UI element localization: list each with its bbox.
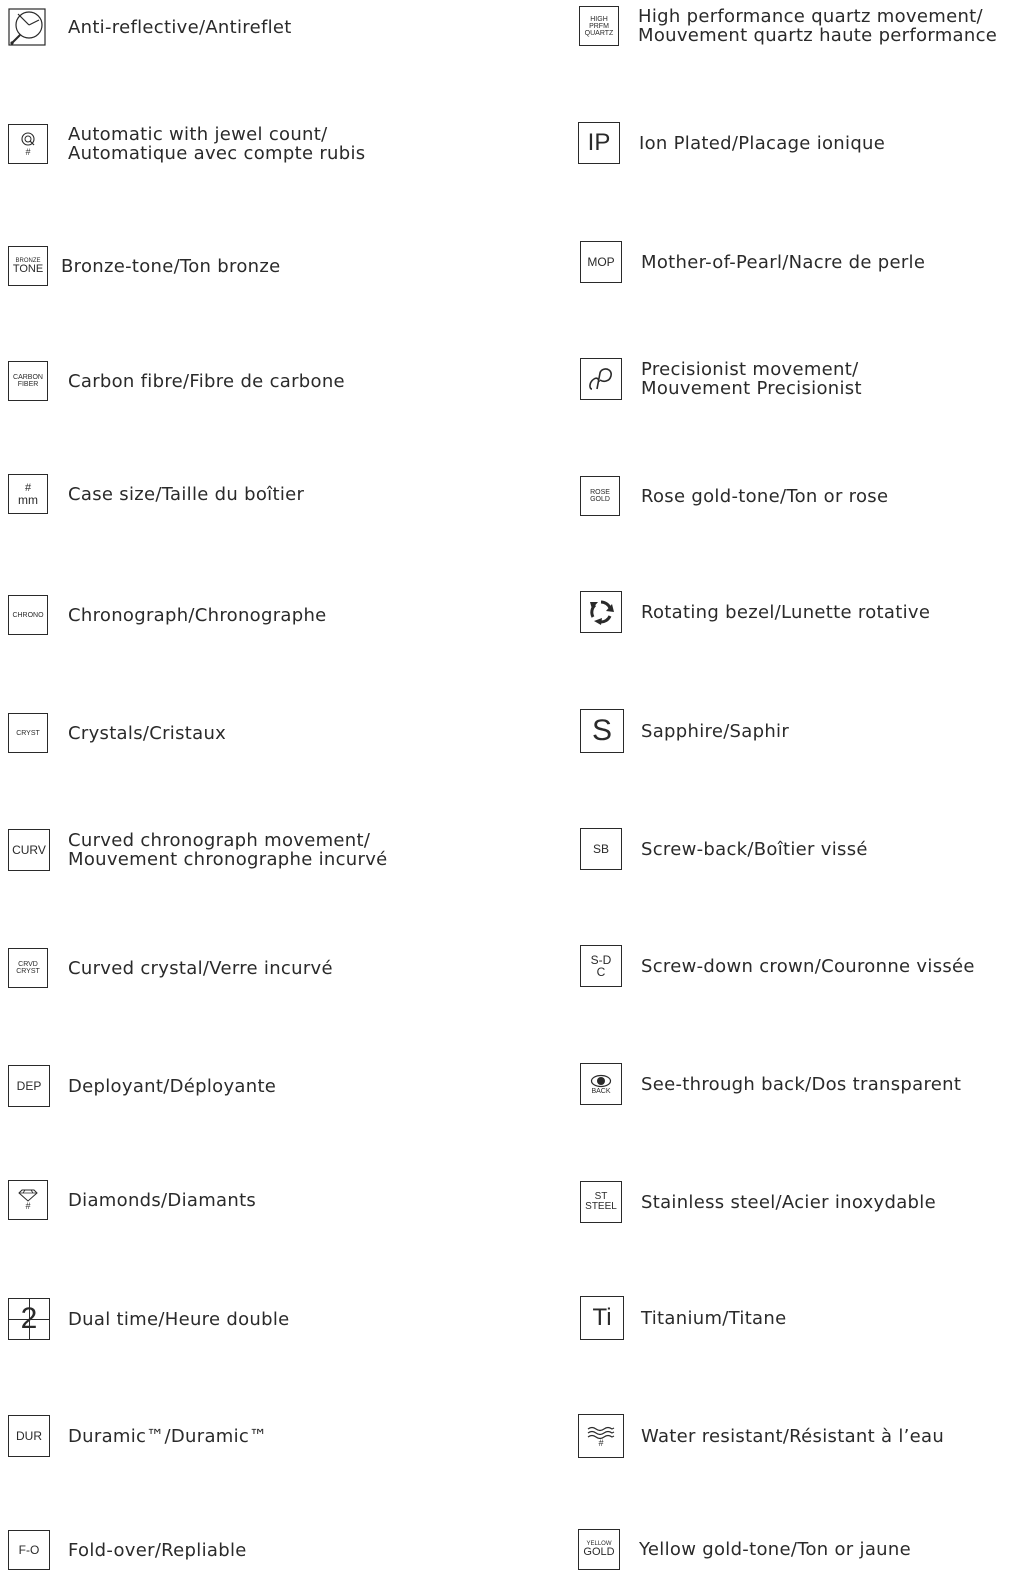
legend-label: High performance quartz movement/ Mouvem…	[638, 6, 998, 46]
precisionist-icon	[580, 358, 622, 400]
fold-over-icon: F-O	[8, 1530, 50, 1570]
legend-item-screw-back: SB Screw-back/Boîtier vissé	[580, 828, 868, 870]
wave-icon	[587, 1426, 615, 1439]
water-resistant-icon: #	[578, 1414, 624, 1458]
curved-chrono-icon: CURV	[8, 829, 50, 871]
legend-label: Curved chronograph movement/ Mouvement c…	[68, 830, 388, 870]
jewel-magnifier-icon	[21, 131, 35, 146]
legend-label: Bronze-tone/Ton bronze	[61, 255, 281, 277]
legend-item-deployant: DEP Deployant/Déployante	[8, 1065, 276, 1107]
legend-label: Water resistant/Résistant à l’eau	[641, 1425, 945, 1447]
legend-label: Anti-reflective/Antireflet	[68, 16, 292, 38]
legend-label: Crystals/Cristaux	[68, 722, 227, 744]
legend-item-anti-reflective: Anti-reflective/Antireflet	[8, 8, 292, 46]
legend-label: Sapphire/Saphir	[641, 720, 790, 742]
high-performance-quartz-icon: HIGH PRFM QUARTZ	[579, 6, 619, 46]
legend-item-rose-gold: ROSE GOLD Rose gold-tone/Ton or rose	[580, 476, 888, 516]
see-through-back-icon: BACK	[580, 1063, 622, 1105]
legend-label: Screw-back/Boîtier vissé	[641, 838, 868, 860]
legend-label: Curved crystal/Verre incurvé	[68, 957, 333, 979]
legend-label: Yellow gold-tone/Ton or jaune	[639, 1539, 911, 1560]
legend-item-curved-crystal: CRVD CRYST Curved crystal/Verre incurvé	[8, 948, 333, 988]
legend-item-mother-of-pearl: MOP Mother-of-Pearl/Nacre de perle	[580, 241, 925, 283]
legend-label: Dual time/Heure double	[68, 1308, 290, 1330]
legend-item-dual-time: 2 Dual time/Heure double	[8, 1298, 290, 1340]
crystals-icon: CRYST	[8, 713, 48, 753]
legend-item-automatic: # Automatic with jewel count/ Automatiqu…	[8, 124, 365, 164]
legend-label: Deployant/Déployante	[68, 1075, 277, 1097]
legend-item-water-resistant: # Water resistant/Résistant à l’eau	[578, 1414, 944, 1458]
mother-of-pearl-icon: MOP	[580, 241, 622, 283]
legend-item-crystals: CRYST Crystals/Cristaux	[8, 713, 226, 753]
legend-label: See-through back/Dos transparent	[641, 1073, 962, 1095]
legend-item-precisionist: Precisionist movement/ Mouvement Precisi…	[580, 358, 862, 400]
duramic-icon: DUR	[8, 1415, 50, 1457]
legend-label: Precisionist movement/ Mouvement Precisi…	[641, 359, 862, 399]
eye-icon	[590, 1074, 612, 1087]
legend-item-high-performance-quartz: HIGH PRFM QUARTZ High performance quartz…	[579, 6, 997, 46]
legend-label: Fold-over/Repliable	[68, 1539, 247, 1561]
screw-back-icon: SB	[580, 828, 622, 870]
legend-label: Mother-of-Pearl/Nacre de perle	[641, 251, 926, 273]
legend-label: Chronograph/Chronographe	[68, 604, 327, 626]
legend-item-case-size: # mm Case size/Taille du boîtier	[8, 474, 304, 514]
deployant-icon: DEP	[8, 1065, 50, 1107]
sapphire-icon: S	[580, 709, 624, 753]
antireflective-icon	[8, 8, 46, 46]
legend-item-screw-down-crown: S-D C Screw-down crown/Couronne vissée	[580, 945, 975, 987]
legend-item-bronze-tone: BRONZE TONE Bronze-tone/Ton bronze	[8, 246, 280, 286]
legend-item-stainless-steel: ST STEEL Stainless steel/Acier inoxydabl…	[580, 1181, 936, 1223]
legend-label: Rotating bezel/Lunette rotative	[641, 601, 931, 623]
legend-label: Case size/Taille du boîtier	[68, 483, 305, 505]
legend-label: Rose gold-tone/Ton or rose	[641, 485, 889, 507]
ion-plated-icon: IP	[578, 122, 620, 164]
legend-label: Carbon fibre/Fibre de carbone	[68, 370, 345, 392]
chrono-icon: CHRONO	[8, 595, 48, 635]
rotating-bezel-icon	[580, 591, 622, 633]
legend-item-titanium: Ti Titanium/Titane	[580, 1296, 786, 1340]
screw-down-crown-icon: S-D C	[580, 945, 622, 987]
titanium-icon: Ti	[580, 1296, 624, 1340]
legend-item-chronograph: CHRONO Chronograph/Chronographe	[8, 595, 327, 635]
legend-item-carbon-fibre: CARBON FIBER Carbon fibre/Fibre de carbo…	[8, 361, 345, 401]
legend-item-see-through-back: BACK See-through back/Dos transparent	[580, 1063, 961, 1105]
legend-label: Stainless steel/Acier inoxydable	[641, 1191, 936, 1213]
legend-item-diamonds: # Diamonds/Diamants	[8, 1180, 256, 1220]
legend-item-curved-chronograph: CURV Curved chronograph movement/ Mouvem…	[8, 829, 388, 871]
bronze-tone-icon: BRONZE TONE	[8, 246, 48, 286]
legend-label: Automatic with jewel count/ Automatique …	[68, 124, 366, 164]
legend-item-sapphire: S Sapphire/Saphir	[580, 709, 789, 753]
dual-time-icon: 2	[8, 1298, 50, 1340]
automatic-jewel-icon: #	[8, 124, 48, 164]
yellow-gold-icon: YELLOW GOLD	[578, 1529, 620, 1570]
case-size-icon: # mm	[8, 474, 48, 514]
legend-label: Screw-down crown/Couronne vissée	[641, 955, 975, 977]
legend-label: Titanium/Titane	[641, 1307, 787, 1329]
legend-item-duramic: DUR Duramic™/Duramic™	[8, 1415, 267, 1457]
curved-crystal-icon: CRVD CRYST	[8, 948, 48, 988]
legend-item-fold-over: F-O Fold-over/Repliable	[8, 1530, 247, 1570]
carbon-fiber-icon: CARBON FIBER	[8, 361, 48, 401]
legend-item-yellow-gold: YELLOW GOLD Yellow gold-tone/Ton or jaun…	[578, 1529, 911, 1570]
diamonds-icon: #	[8, 1180, 48, 1220]
legend-item-rotating-bezel: Rotating bezel/Lunette rotative	[580, 591, 930, 633]
legend-label: Diamonds/Diamants	[68, 1189, 257, 1211]
legend-label: Ion Plated/Placage ionique	[639, 132, 886, 154]
stainless-steel-icon: ST STEEL	[580, 1181, 622, 1223]
legend-label: Duramic™/Duramic™	[68, 1425, 268, 1447]
rose-gold-icon: ROSE GOLD	[580, 476, 620, 516]
legend-item-ion-plated: IP Ion Plated/Placage ionique	[578, 122, 885, 164]
